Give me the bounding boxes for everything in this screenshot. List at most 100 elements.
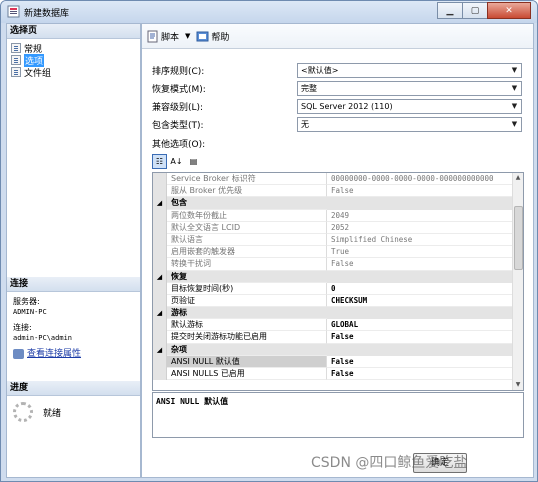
property-value[interactable]: 00000000-0000-0000-0000-000000000000 [327, 173, 513, 186]
grid-row[interactable]: 两位数年份截止 2049 [153, 209, 513, 222]
script-button[interactable]: 脚本 ▼ [146, 30, 190, 43]
property-name: 提交时关闭游标功能已启用 [167, 331, 327, 344]
view-connection-properties-link[interactable]: 查看连接属性 [13, 349, 134, 359]
property-name: 转换干扰词 [167, 258, 327, 271]
select-page-header: 选择页 [7, 24, 140, 39]
collapse-icon[interactable]: ◢ [153, 197, 167, 210]
close-button[interactable]: ✕ [487, 2, 531, 19]
property-name: 服从 Broker 优先级 [167, 185, 327, 198]
recovery-model-select[interactable]: 完整 ▼ [297, 80, 522, 96]
grid-row[interactable]: 默认游标 GLOBAL [153, 319, 513, 332]
page-item-options[interactable]: 选项 [11, 53, 136, 67]
progress-header: 进度 [7, 381, 140, 396]
progress-status: 就绪 [43, 408, 62, 419]
scroll-down-icon[interactable]: ▼ [513, 380, 523, 390]
grid-row[interactable]: 服从 Broker 优先级 False [153, 185, 513, 198]
minimize-button[interactable]: ▁ [437, 2, 463, 19]
categorized-button[interactable]: ☷ [152, 154, 167, 169]
property-value[interactable]: 2049 [327, 210, 513, 222]
containment-type-label: 包含类型(T): [152, 120, 204, 131]
property-value[interactable]: GLOBAL [327, 319, 513, 332]
property-pages-icon: ▤ [189, 157, 198, 166]
property-value[interactable]: True [327, 246, 513, 259]
row-gutter [153, 185, 167, 198]
grid-row[interactable]: ANSI NULLS 已启用 False [153, 368, 513, 381]
property-pages-button[interactable]: ▤ [186, 154, 201, 169]
grid-row[interactable]: 转换干扰词 False [153, 258, 513, 271]
collation-value: <默认值> [301, 65, 339, 75]
page-icon [11, 67, 21, 77]
row-gutter [153, 294, 167, 308]
page-list: 常规 选项 文件组 [7, 39, 140, 81]
property-value[interactable]: Simplified Chinese [327, 234, 513, 247]
watermark: CSDN @四口鲸鱼爱吃盐 [311, 455, 468, 471]
scroll-up-icon[interactable]: ▲ [513, 173, 523, 183]
grid-category[interactable]: ◢ 杂项 [153, 343, 513, 356]
grid-scrollbar[interactable]: ▲ ▼ [512, 173, 523, 390]
grid-row[interactable]: ANSI NULL 默认值 False [153, 355, 513, 368]
containment-type-select[interactable]: 无 ▼ [297, 116, 522, 132]
property-rows: Service Broker 标识符 00000000-0000-0000-000… [153, 173, 513, 381]
row-gutter [153, 319, 167, 332]
help-button[interactable]: 帮助 [196, 30, 229, 43]
compat-level-label: 兼容级别(L): [152, 102, 204, 113]
page-item-filegroups[interactable]: 文件组 [11, 66, 136, 79]
grid-row[interactable]: 页验证 CHECKSUM [153, 294, 513, 308]
row-gutter [153, 233, 167, 247]
collapse-icon[interactable]: ◢ [153, 270, 167, 283]
grid-row[interactable]: Service Broker 标识符 00000000-0000-0000-000… [153, 173, 513, 186]
page-item-general[interactable]: 常规 [11, 42, 136, 55]
property-value[interactable]: CHECKSUM [327, 295, 513, 308]
category-name: 包含 [167, 197, 327, 210]
property-value[interactable]: False [327, 185, 513, 198]
property-value[interactable]: False [327, 368, 513, 381]
property-value[interactable]: False [327, 331, 513, 344]
property-value[interactable]: False [327, 356, 513, 368]
compat-level-select[interactable]: SQL Server 2012 (110) ▼ [297, 98, 522, 114]
dropdown-arrow-icon: ▼ [511, 101, 518, 110]
new-database-dialog: 新建数据库 ▁ ▢ ✕ 选择页 常规 选项 文件组 连接 服务器: ADMIN-… [0, 0, 538, 482]
row-gutter [153, 355, 167, 368]
close-icon: ✕ [505, 5, 513, 16]
row-gutter [153, 331, 167, 344]
maximize-icon: ▢ [470, 5, 480, 16]
grid-row[interactable]: 启用嵌套的触发器 True [153, 246, 513, 259]
grid-row[interactable]: 默认语言 Simplified Chinese [153, 233, 513, 247]
property-name: 启用嵌套的触发器 [167, 246, 327, 259]
server-label: 服务器: [13, 297, 40, 306]
progress-spinner-icon [13, 402, 33, 422]
row-gutter [153, 258, 167, 271]
property-value[interactable]: 2052 [327, 222, 513, 234]
connection-label: 连接: [13, 323, 32, 332]
row-gutter [153, 173, 167, 186]
property-name: Service Broker 标识符 [167, 173, 327, 186]
collapse-icon[interactable]: ◢ [153, 343, 167, 356]
scroll-thumb[interactable] [514, 206, 523, 270]
grid-row[interactable]: 默认全文语言 LCID 2052 [153, 221, 513, 234]
title-bar[interactable]: 新建数据库 ▁ ▢ ✕ [1, 1, 537, 23]
property-grid[interactable]: Service Broker 标识符 00000000-0000-0000-000… [152, 172, 524, 391]
row-gutter [153, 221, 167, 234]
property-value[interactable]: False [327, 258, 513, 271]
properties-icon [13, 349, 24, 359]
property-name: 默认全文语言 LCID [167, 221, 327, 234]
grid-row[interactable]: 目标恢复时间(秒) 0 [153, 282, 513, 295]
alphabetical-button[interactable]: A↓ [169, 154, 184, 169]
grid-category[interactable]: ◢ 包含 [153, 197, 513, 210]
grid-category[interactable]: ◢ 恢复 [153, 270, 513, 283]
collation-select[interactable]: <默认值> ▼ [297, 62, 522, 78]
main-pane: 脚本 ▼ 帮助 排序规则(C): <默认值> ▼ 恢复模式(M): 完整 ▼ 兼容级别(… [141, 23, 534, 478]
recovery-model-label: 恢复模式(M): [152, 84, 206, 95]
dropdown-arrow-icon: ▼ [511, 83, 518, 92]
collapse-icon[interactable]: ◢ [153, 307, 167, 320]
property-value[interactable]: 0 [327, 283, 513, 295]
help-label: 帮助 [211, 32, 230, 43]
property-description: ANSI NULL 默认值 [152, 392, 524, 438]
categorized-icon: ☷ [155, 157, 164, 166]
maximize-button[interactable]: ▢ [462, 2, 488, 19]
property-name: ANSI NULL 默认值 [167, 355, 327, 368]
database-icon [7, 5, 20, 18]
grid-row[interactable]: 提交时关闭游标功能已启用 False [153, 331, 513, 344]
property-name: 两位数年份截止 [167, 209, 327, 222]
grid-category[interactable]: ◢ 游标 [153, 307, 513, 320]
